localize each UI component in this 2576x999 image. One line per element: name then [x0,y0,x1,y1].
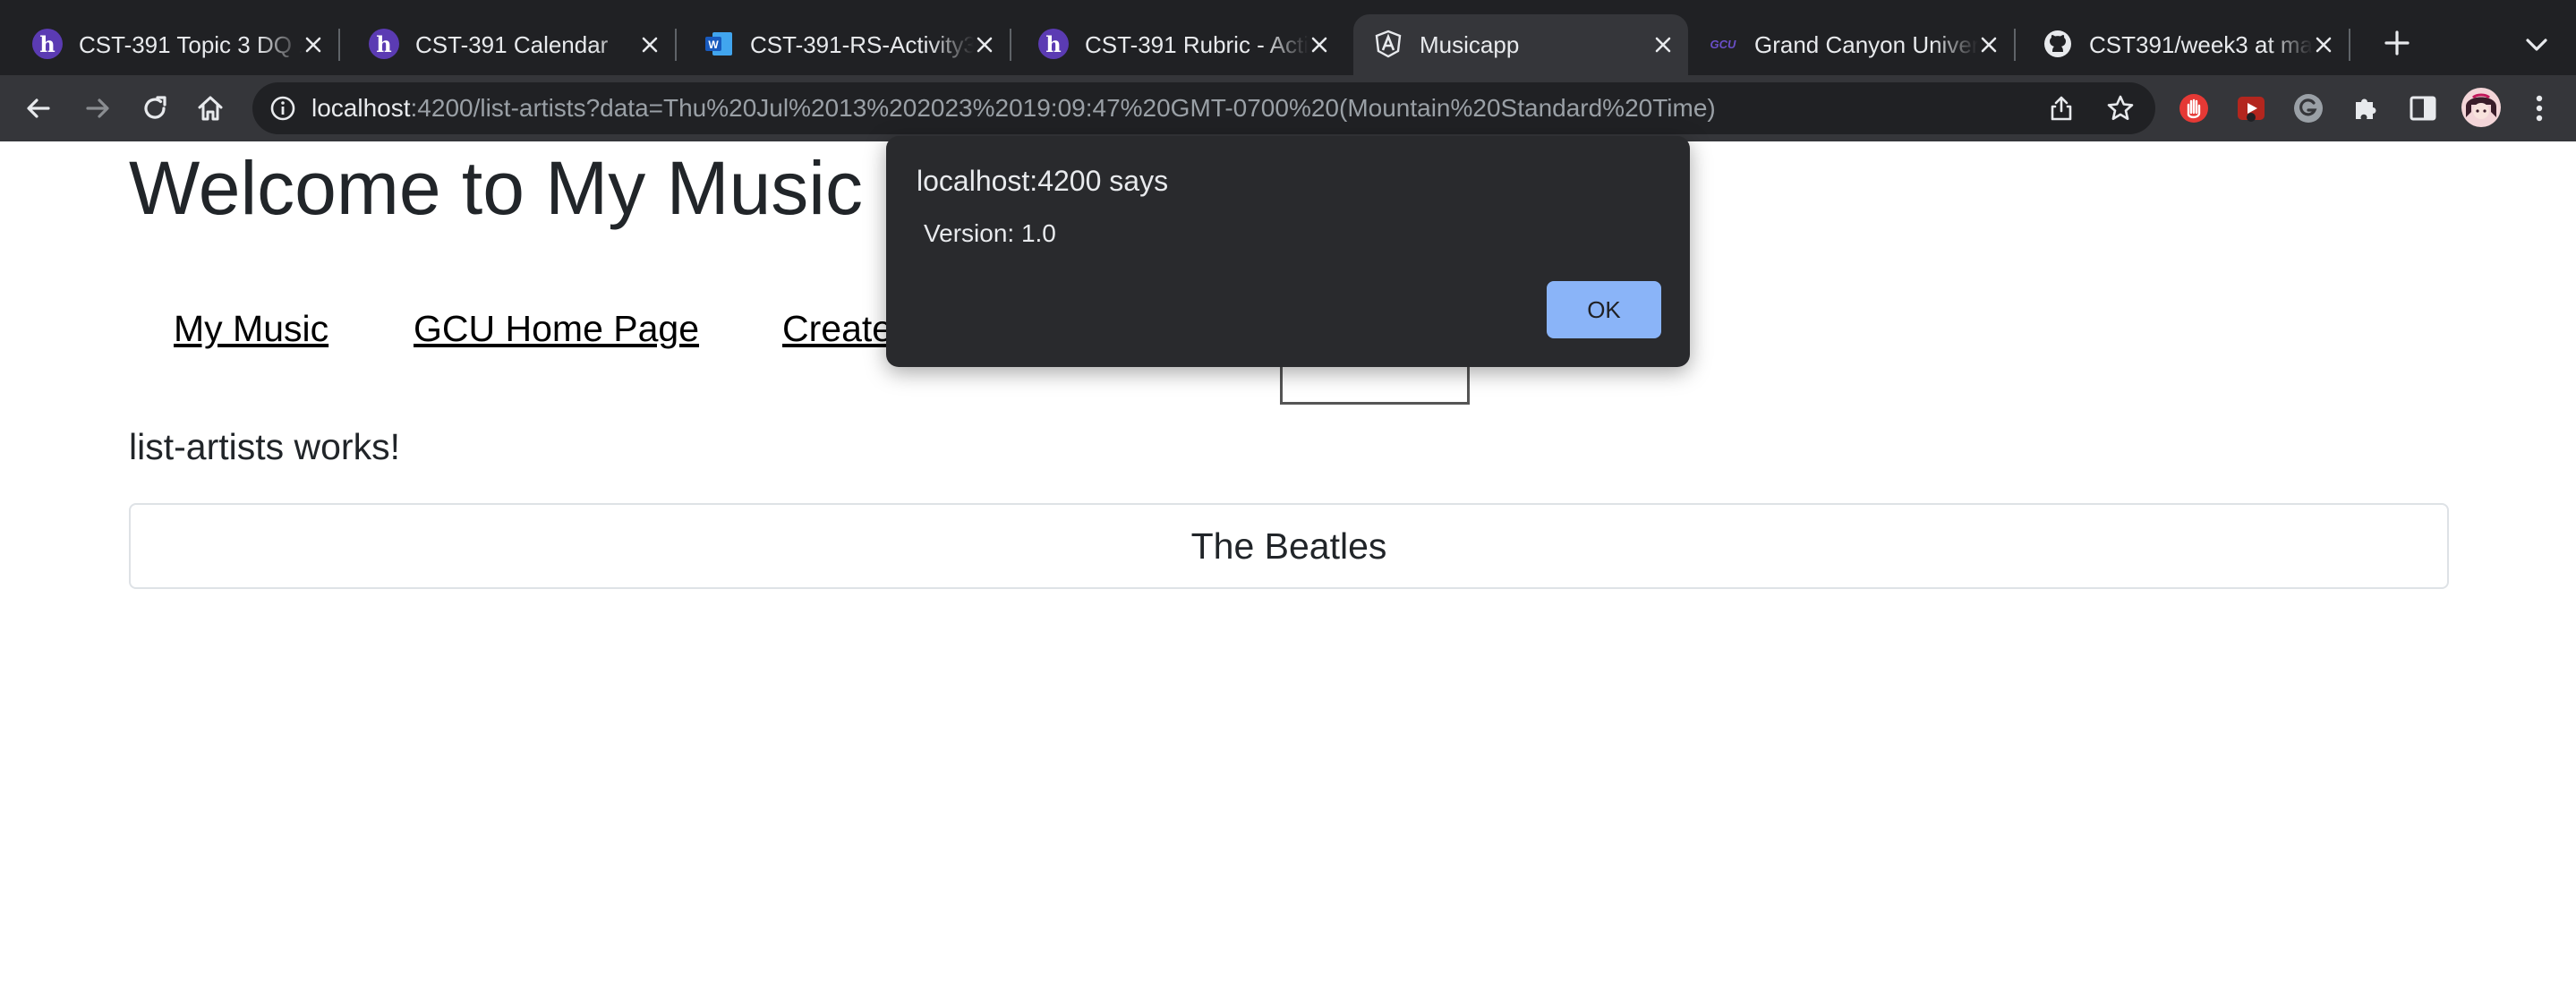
browser-tab[interactable]: h CST-391 Calendar [349,14,677,75]
alert-title: localhost:4200 says [917,165,1169,197]
back-arrow-icon [27,98,50,118]
tab-separator [675,29,677,61]
side-panel-icon[interactable] [2404,90,2442,127]
tab-search-button[interactable] [2519,27,2555,63]
gcu-icon: GCU [1708,29,1738,59]
tab-title: CST-391 Topic 3 DQ 1 [79,31,303,58]
new-tab-button[interactable] [2377,23,2417,63]
close-icon[interactable] [1649,30,1677,59]
tab-separator [2349,29,2350,61]
nav-link-my-music[interactable]: My Music [174,306,328,351]
url-path: :4200/list-artists?data=Thu%20Jul%2013%2… [410,94,1716,122]
close-icon[interactable] [635,30,664,59]
home-button[interactable] [190,88,231,129]
artist-list: The Beatles [129,503,2449,589]
star-icon[interactable] [2102,90,2139,127]
url-text[interactable]: localhost:4200/list-artists?data=Thu%20J… [311,94,1716,123]
tab-title: Musicapp [1420,31,1520,58]
reload-icon [144,96,166,119]
kebab-menu-icon[interactable] [2521,90,2558,127]
tab-separator [1010,29,1011,61]
tab-separator [338,29,340,61]
github-icon [2043,29,2073,59]
svg-text:W: W [708,38,719,51]
browser-toolbar: localhost:4200/list-artists?data=Thu%20J… [0,75,2576,141]
hypothesis-icon: h [1038,29,1069,59]
browser-tab[interactable]: h CST-391 Rubric - Activity [1019,14,1344,75]
info-icon[interactable] [267,92,299,124]
browser-tab[interactable]: CST391/week3 at main [2023,14,2350,75]
tab-separator [2014,29,2016,61]
word-icon: W [704,29,734,59]
chevron-down-icon [2526,38,2547,51]
home-icon [198,96,223,121]
close-icon[interactable] [2309,30,2338,59]
close-icon[interactable] [299,30,328,59]
browser-tab[interactable]: W CST-391-RS-Activity3 [684,14,1011,75]
url-host: localhost [311,94,411,122]
forward-button[interactable] [77,88,118,129]
address-bar[interactable]: localhost:4200/list-artists?data=Thu%20J… [252,82,2155,134]
nav-link-gcu-home[interactable]: GCU Home Page [414,306,699,351]
browser-tab-active[interactable]: Musicapp [1353,14,1688,75]
alert-dialog: localhost:4200 says Version: 1.0 OK [886,136,1690,367]
ok-button[interactable]: OK [1547,281,1661,338]
angular-icon [1373,29,1403,59]
plus-icon [2384,30,2410,56]
grammarly-extension-icon[interactable] [2290,90,2327,127]
alert-message: Version: 1.0 [924,219,1056,247]
tab-title: Grand Canyon University [1754,31,1978,58]
hand-extension-icon[interactable] [2175,90,2213,127]
tab-strip: h CST-391 Topic 3 DQ 1 h CST-391 Calenda… [0,0,2576,75]
close-icon[interactable] [970,30,999,59]
tab-title: CST-391 Rubric - Activity [1085,31,1309,58]
close-icon[interactable] [1975,30,2003,59]
forward-arrow-icon [86,98,109,118]
avatar[interactable] [2460,86,2503,129]
browser-tab[interactable]: GCU Grand Canyon University [1688,14,2016,75]
svg-text:GCU: GCU [1710,38,1737,51]
hypothesis-icon: h [369,29,399,59]
share-icon[interactable] [2043,90,2080,127]
tab-title: CST391/week3 at main [2089,31,2313,58]
reload-button[interactable] [134,88,175,129]
tab-title: CST-391-RS-Activity3 [750,31,974,58]
component-status-text: list-artists works! [129,426,400,467]
back-button[interactable] [18,88,59,129]
puzzle-icon[interactable] [2347,90,2384,127]
tab-title: CST-391 Calendar [415,31,609,58]
list-item[interactable]: The Beatles [131,505,2447,587]
close-icon[interactable] [1305,30,1334,59]
youtube-extension-icon[interactable] [2232,90,2270,127]
browser-tab[interactable]: h CST-391 Topic 3 DQ 1 [13,14,340,75]
hypothesis-icon: h [32,29,63,59]
